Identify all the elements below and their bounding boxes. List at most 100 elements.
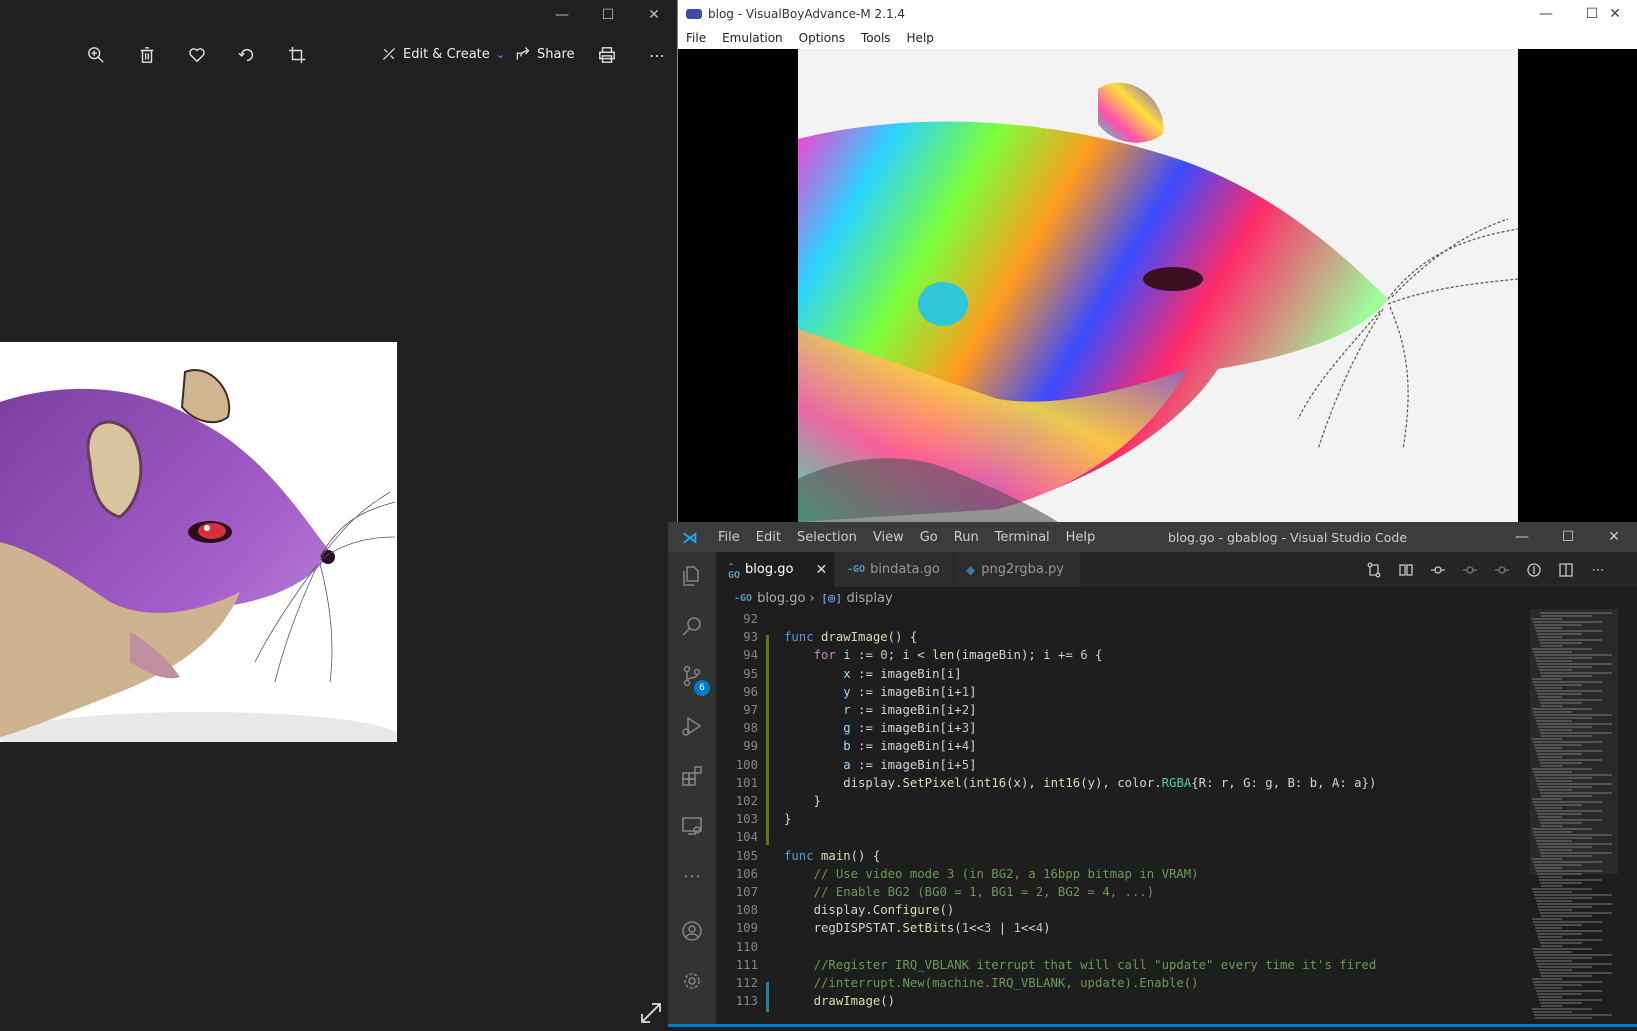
- more-views-icon[interactable]: ⋯: [668, 852, 716, 900]
- print-icon[interactable]: [590, 38, 624, 72]
- line-number: 107: [735, 885, 758, 899]
- maximize-icon[interactable]: ☐: [585, 0, 631, 30]
- code-line[interactable]: display.Configure(): [784, 903, 955, 917]
- explorer-icon[interactable]: [668, 552, 716, 600]
- vscode-menu-selection[interactable]: Selection: [789, 530, 865, 545]
- vba-menu-emulation[interactable]: Emulation: [714, 31, 791, 45]
- gba-icon: [686, 8, 702, 19]
- rat-illustration: [0, 369, 397, 742]
- accounts-icon[interactable]: [668, 907, 716, 955]
- close-icon[interactable]: ✕: [815, 562, 827, 578]
- split-editor-icon[interactable]: [1556, 560, 1576, 580]
- tab-label: blog.go: [745, 562, 794, 577]
- minimize-icon[interactable]: —: [1499, 522, 1545, 552]
- code-line[interactable]: }: [784, 794, 821, 808]
- tab-png2rgba-py[interactable]: ◆ png2rgba.py: [954, 552, 1080, 587]
- share-label: Share: [537, 46, 575, 62]
- code-line[interactable]: drawImage(): [784, 994, 895, 1008]
- timeline-icon[interactable]: [1524, 560, 1544, 580]
- code-line[interactable]: func drawImage() {: [784, 630, 917, 644]
- breadcrumb: -GO blog.go › [⊚] display: [716, 587, 1637, 609]
- line-number: 99: [743, 739, 758, 754]
- variable-symbol-icon: [⊚]: [822, 591, 841, 605]
- next-change-icon[interactable]: [1492, 560, 1512, 580]
- edit-create-icon: [382, 47, 396, 61]
- code-line[interactable]: display.SetPixel(int16(x), int16(y), col…: [784, 776, 1376, 790]
- code-line[interactable]: //Register IRQ_VBLANK iterrupt that will…: [784, 958, 1377, 972]
- vscode-menu-file[interactable]: File: [710, 530, 748, 545]
- code-line[interactable]: b := imageBin[i+4]: [784, 739, 976, 753]
- more-options-icon[interactable]: ⋯: [640, 38, 674, 72]
- close-icon[interactable]: ✕: [1591, 522, 1637, 552]
- code-line[interactable]: a := imageBin[i+5]: [784, 758, 976, 772]
- editor-tabs: -GO blog.go ✕ -GO bindata.go ◆ png2rgba.…: [716, 552, 1637, 587]
- vba-menu-help[interactable]: Help: [899, 31, 942, 45]
- breadcrumb-symbol[interactable]: display: [847, 591, 893, 606]
- go-icon: -GO: [734, 592, 753, 604]
- compare-icon[interactable]: [1396, 560, 1416, 580]
- minimap[interactable]: [1526, 609, 1637, 1027]
- vba-menu-options[interactable]: Options: [791, 31, 853, 45]
- previous-change-icon[interactable]: [1460, 560, 1480, 580]
- vba-menu-file[interactable]: File: [678, 31, 714, 45]
- corrupted-rat-render: [798, 82, 1518, 522]
- vscode-menu-run[interactable]: Run: [946, 530, 987, 545]
- code-line[interactable]: y := imageBin[i+1]: [784, 685, 976, 699]
- rotate-icon[interactable]: [230, 38, 264, 72]
- vscode-menu-help[interactable]: Help: [1058, 530, 1104, 545]
- extensions-icon[interactable]: [668, 752, 716, 800]
- breadcrumb-file[interactable]: blog.go: [757, 591, 805, 606]
- code-line[interactable]: // Enable BG2 (BG0 = 1, BG1 = 2, BG2 = 4…: [784, 885, 1155, 899]
- remote-explorer-icon[interactable]: [668, 802, 716, 850]
- close-icon[interactable]: ✕: [631, 0, 677, 30]
- tab-blog-go[interactable]: -GO blog.go ✕: [716, 552, 834, 587]
- code-line[interactable]: g := imageBin[i+3]: [784, 721, 976, 735]
- settings-gear-icon[interactable]: [668, 957, 716, 1005]
- zoom-in-icon[interactable]: [79, 38, 113, 72]
- expand-icon[interactable]: [638, 1000, 664, 1026]
- minimize-icon[interactable]: —: [1523, 0, 1569, 27]
- git-added-gutter: [766, 982, 769, 1012]
- crop-icon[interactable]: [280, 38, 314, 72]
- search-icon[interactable]: [668, 602, 716, 650]
- visualboyadvance-window: blog - VisualBoyAdvance-M 2.1.4 — ☐ ✕ Fi…: [677, 0, 1637, 522]
- code-line[interactable]: r := imageBin[i+2]: [784, 703, 976, 717]
- delete-icon[interactable]: [130, 38, 164, 72]
- code-line[interactable]: // Use video mode 3 (in BG2, a 16bpp bit…: [784, 867, 1199, 881]
- line-number: 111: [735, 957, 758, 972]
- vscode-menubar: File Edit Selection View Go Run Terminal…: [710, 530, 1103, 545]
- line-number: 106: [735, 866, 758, 881]
- minimap-preview: [1530, 609, 1618, 1019]
- code-line[interactable]: regDISPSTAT.SetBits(1<<3 | 1<<4): [784, 921, 1051, 935]
- code-line[interactable]: //interrupt.New(machine.IRQ_VBLANK, upda…: [784, 976, 1199, 990]
- vba-menu-tools[interactable]: Tools: [853, 31, 899, 45]
- vscode-menu-edit[interactable]: Edit: [748, 530, 789, 545]
- code-line[interactable]: for i := 0; i < len(imageBin); i += 6 {: [784, 648, 1103, 662]
- line-number: 94: [743, 648, 758, 663]
- run-debug-icon[interactable]: [668, 702, 716, 750]
- code-line[interactable]: x := imageBin[i]: [784, 667, 961, 681]
- code-line[interactable]: func main() {: [784, 849, 880, 863]
- vscode-window-title: blog.go - gbablog - Visual Studio Code: [1168, 530, 1408, 545]
- vscode-menu-terminal[interactable]: Terminal: [987, 530, 1058, 545]
- emulator-screen[interactable]: [678, 49, 1637, 522]
- open-changes-icon[interactable]: [1364, 560, 1384, 580]
- code-editor[interactable]: 92 93 func drawImage() {94 for i := 0; i <…: [716, 609, 1526, 1027]
- photos-window-controls: — ☐ ✕: [539, 0, 677, 30]
- more-actions-icon[interactable]: ⋯: [1588, 560, 1608, 580]
- vba-window-title: blog - VisualBoyAdvance-M 2.1.4: [708, 6, 906, 21]
- heart-icon[interactable]: [180, 38, 214, 72]
- minimize-icon[interactable]: —: [539, 0, 585, 30]
- edit-create-button[interactable]: Edit & Create ⌄: [381, 46, 505, 62]
- line-number: 102: [735, 794, 758, 808]
- line-number: 113: [735, 994, 758, 1009]
- tab-bindata-go[interactable]: -GO bindata.go: [835, 552, 953, 587]
- source-control-icon[interactable]: 6: [668, 652, 716, 700]
- go-to-change-icon[interactable]: [1428, 560, 1448, 580]
- close-icon[interactable]: ✕: [1592, 0, 1637, 27]
- vscode-menu-view[interactable]: View: [865, 530, 912, 545]
- share-button[interactable]: Share: [515, 46, 575, 62]
- vscode-menu-go[interactable]: Go: [912, 530, 946, 545]
- maximize-icon[interactable]: ☐: [1545, 522, 1591, 552]
- code-line[interactable]: }: [784, 812, 791, 826]
